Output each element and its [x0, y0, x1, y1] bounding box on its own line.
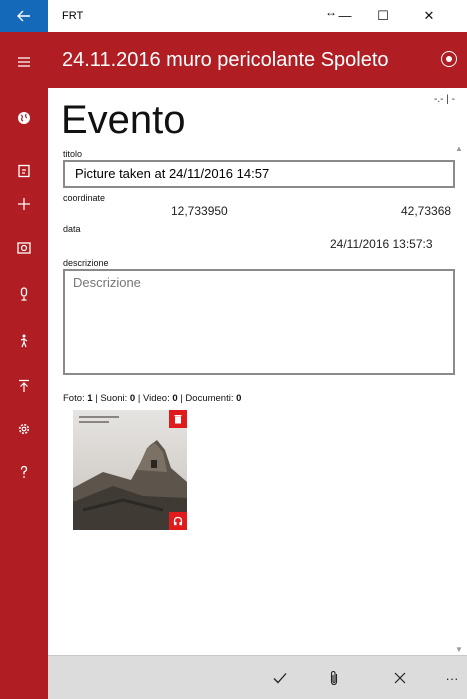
sidebar-item-upload[interactable] — [0, 368, 48, 404]
scroll-down-arrow[interactable]: ▼ — [455, 645, 463, 654]
video-count: 0 — [172, 393, 178, 404]
sidebar-item-map[interactable] — [0, 100, 48, 136]
more-options-button[interactable]: ··· — [432, 656, 467, 699]
gear-icon — [18, 423, 30, 435]
upload-icon — [19, 379, 29, 392]
description-input[interactable]: Descrizione — [63, 269, 455, 375]
video-label: | Video: — [137, 393, 170, 404]
coordinates-label: coordinate — [63, 193, 106, 203]
title-label: titolo — [63, 149, 83, 159]
arrow-left-icon — [17, 10, 30, 22]
hamburger-icon — [18, 57, 30, 67]
progress-indicator: -.- | - — [434, 94, 455, 105]
sidebar-item-walk[interactable] — [0, 323, 48, 359]
page-title: 24.11.2016 muro pericolante Spoleto — [62, 49, 389, 71]
window-title-bar: FRT ↔ — ☐ ✕ — [0, 0, 467, 32]
media-counts: Foto: 1 | Suoni: 0 | Video: 0 | Document… — [63, 393, 241, 404]
documents-count: 0 — [236, 393, 242, 404]
photo-thumbnail[interactable] — [73, 410, 187, 530]
sidebar-item-audio[interactable] — [0, 276, 48, 312]
attach-button[interactable] — [314, 656, 354, 699]
record-icon[interactable] — [441, 51, 457, 67]
scroll-up-arrow[interactable]: ▲ — [455, 144, 463, 153]
longitude-value: 12,733950 — [171, 204, 228, 218]
minimize-button[interactable]: — — [328, 0, 362, 32]
sidebar-item-photo[interactable] — [0, 230, 48, 266]
paperclip-icon — [330, 670, 338, 686]
photo-audio-button[interactable] — [169, 512, 187, 530]
walk-icon — [20, 334, 28, 348]
globe-icon — [18, 112, 30, 124]
sound-label: | Suoni: — [95, 393, 128, 404]
photo-count: 1 — [87, 393, 93, 404]
camera-icon — [17, 242, 31, 254]
hamburger-menu-button[interactable] — [0, 44, 48, 80]
sidebar-item-settings[interactable] — [0, 411, 48, 447]
date-label: data — [63, 224, 81, 234]
check-icon — [273, 673, 287, 684]
trash-icon — [174, 415, 182, 424]
close-button[interactable]: ✕ — [412, 0, 446, 32]
latitude-value: 42,73368 — [401, 204, 452, 218]
sidebar-item-report[interactable] — [0, 153, 48, 189]
date-value: 24/11/2016 13:57:3 — [330, 237, 433, 251]
maximize-button[interactable]: ☐ — [366, 0, 400, 32]
section-title: Evento — [61, 98, 186, 142]
page-header: 24.11.2016 muro pericolante Spoleto — [48, 32, 467, 88]
photo-label: Foto: — [63, 393, 85, 404]
confirm-button[interactable] — [260, 656, 300, 699]
bottom-app-bar: ··· — [48, 655, 467, 699]
sidebar-item-add[interactable] — [0, 186, 48, 222]
microphone-icon — [20, 287, 28, 301]
event-form: -.- | - Evento titolo Picture taken at 2… — [48, 88, 467, 655]
sound-count: 0 — [129, 393, 136, 404]
documents-label: | Documenti: — [180, 393, 234, 404]
back-button[interactable] — [0, 0, 48, 32]
add-icon — [18, 198, 30, 210]
title-input[interactable]: Picture taken at 24/11/2016 14:57 — [63, 160, 455, 188]
sidebar — [0, 32, 48, 699]
close-icon — [394, 672, 406, 684]
delete-photo-button[interactable] — [169, 410, 187, 428]
description-label: descrizione — [63, 258, 109, 268]
headphones-icon — [173, 516, 183, 526]
help-icon — [20, 465, 28, 478]
window-title: FRT — [62, 10, 84, 22]
sidebar-item-help[interactable] — [0, 454, 48, 490]
report-icon — [18, 164, 30, 178]
cancel-button[interactable] — [380, 656, 420, 699]
